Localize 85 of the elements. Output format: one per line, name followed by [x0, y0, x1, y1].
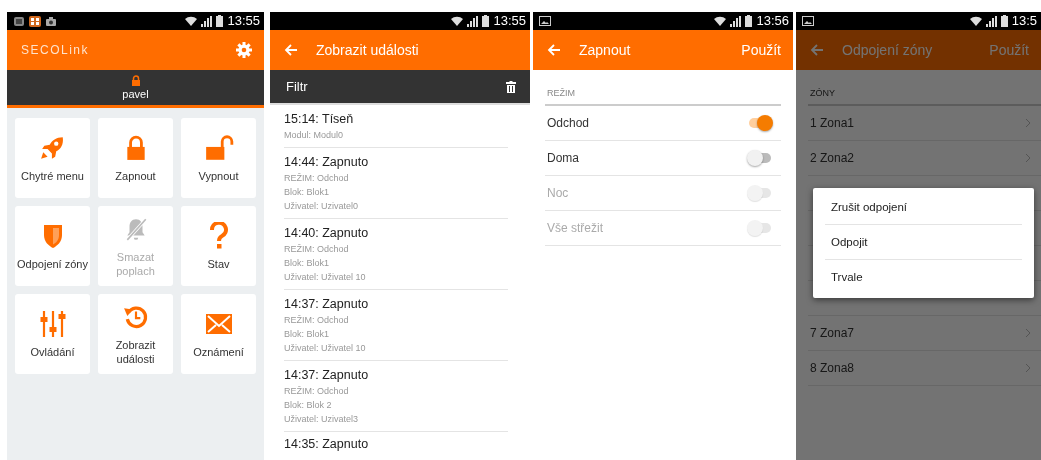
signal-icon: [201, 15, 213, 27]
event-detail: REŽIM: Odchod: [284, 243, 350, 256]
back-arrow-icon[interactable]: [810, 43, 824, 57]
screen-title: Zapnout: [579, 42, 632, 58]
wifi-icon: [714, 15, 727, 27]
user-name: pavel: [122, 88, 149, 100]
menu-tile[interactable]: Oznámení: [181, 294, 256, 374]
status-time: 13:55: [227, 12, 260, 30]
menu-tile[interactable]: Stav: [181, 206, 256, 286]
menu-tile[interactable]: Zobrazit události: [98, 294, 173, 374]
notification-icon: [13, 15, 25, 27]
menu-tile[interactable]: Vypnout: [181, 118, 256, 198]
sliders-icon: [39, 309, 66, 338]
toggle-switch[interactable]: [747, 150, 773, 166]
chevron-icon: [1025, 118, 1031, 128]
signal-icon: [730, 15, 742, 27]
section-header: REŽIM: [545, 70, 781, 106]
mode-label: Noc: [547, 186, 570, 200]
zone-row[interactable]: 8 Zona8: [808, 351, 1041, 386]
battery-icon: [1000, 15, 1008, 27]
status-time: 13:5: [1011, 12, 1037, 30]
mode-label: Vše střežit: [547, 221, 604, 235]
menu-tile[interactable]: Zapnout: [98, 118, 173, 198]
chevron-icon: [1025, 153, 1031, 163]
back-arrow-icon[interactable]: [547, 43, 561, 57]
event-title: 15:14: Tíseň: [284, 111, 355, 128]
event-detail: Uživatel: Uživatel 10: [284, 342, 367, 355]
zone-row[interactable]: 7 Zona7: [808, 316, 1041, 351]
event-title: 14:35: Zapnuto: [284, 436, 370, 453]
app-logo: SECOLink: [21, 43, 91, 57]
wifi-icon: [451, 15, 464, 27]
menu-tile[interactable]: Odpojení zóny: [15, 206, 90, 286]
event-detail: Blok: Blok1: [284, 328, 331, 341]
status-time: 13:55: [493, 12, 526, 30]
screen-title: Zobrazit události: [316, 42, 420, 58]
event-detail: Blok: Blok1: [284, 186, 331, 199]
signal-icon: [467, 15, 479, 27]
lock-icon: [130, 75, 141, 86]
event-detail: REŽIM: Odchod: [284, 314, 350, 327]
wifi-icon: [969, 15, 982, 27]
wifi-icon: [185, 15, 198, 27]
event-title: 14:37: Zapnuto: [284, 367, 370, 384]
event-detail: REŽIM: Odchod: [284, 172, 350, 185]
event-title: 14:37: Zapnuto: [284, 296, 370, 313]
zone-row[interactable]: 2 Zona2: [808, 141, 1041, 176]
dialog-option[interactable]: Zrušit odpojení: [825, 190, 1022, 224]
event-detail: Blok: Blok 2: [284, 399, 333, 412]
section-header: ZÓNY: [808, 70, 1041, 106]
event-detail: Blok: Blok1: [284, 257, 331, 270]
event-detail: REŽIM: Odchod: [284, 385, 350, 398]
back-arrow-icon[interactable]: [284, 43, 298, 57]
screen-title: Odpojení zóny: [842, 42, 934, 58]
battery-icon: [745, 15, 753, 27]
filter-label: Filtr: [286, 79, 309, 94]
status-time: 13:56: [756, 12, 789, 30]
question-icon: [208, 221, 229, 250]
event-title: 14:40: Zapnuto: [284, 225, 370, 242]
settings-icon[interactable]: [236, 42, 252, 58]
dialog-option[interactable]: Odpojit: [825, 225, 1022, 259]
toggle-switch[interactable]: [747, 115, 773, 131]
event-title: 14:44: Zapnuto: [284, 154, 370, 171]
notification-icon: [29, 15, 41, 27]
image-icon: [802, 16, 814, 26]
zone-row[interactable]: 1 Zona1: [808, 106, 1041, 141]
unlocked-lock-icon: [203, 134, 234, 161]
event-detail: Modul: Modul0: [284, 129, 345, 142]
mode-label: Doma: [547, 151, 580, 165]
trash-icon[interactable]: [506, 80, 516, 93]
menu-tile[interactable]: Ovládání: [15, 294, 90, 374]
battery-icon: [216, 15, 224, 27]
rocket-icon: [39, 134, 66, 161]
camera-icon: [45, 15, 57, 27]
dialog-option[interactable]: Trvale: [825, 260, 1022, 294]
chevron-icon: [1025, 363, 1031, 373]
event-detail: Uživatel: Uživatel 10: [284, 271, 367, 284]
event-detail: Uživatel: Uzivatel0: [284, 200, 360, 213]
battery-icon: [482, 15, 490, 27]
signal-icon: [985, 15, 997, 27]
image-icon: [539, 16, 551, 26]
event-detail: Uživatel: Uzivatel3: [284, 413, 360, 426]
mode-label: Odchod: [547, 116, 591, 130]
history-icon: [122, 303, 149, 330]
menu-tile[interactable]: Chytré menu: [15, 118, 90, 198]
chevron-icon: [1025, 328, 1031, 338]
envelope-icon: [204, 312, 233, 335]
